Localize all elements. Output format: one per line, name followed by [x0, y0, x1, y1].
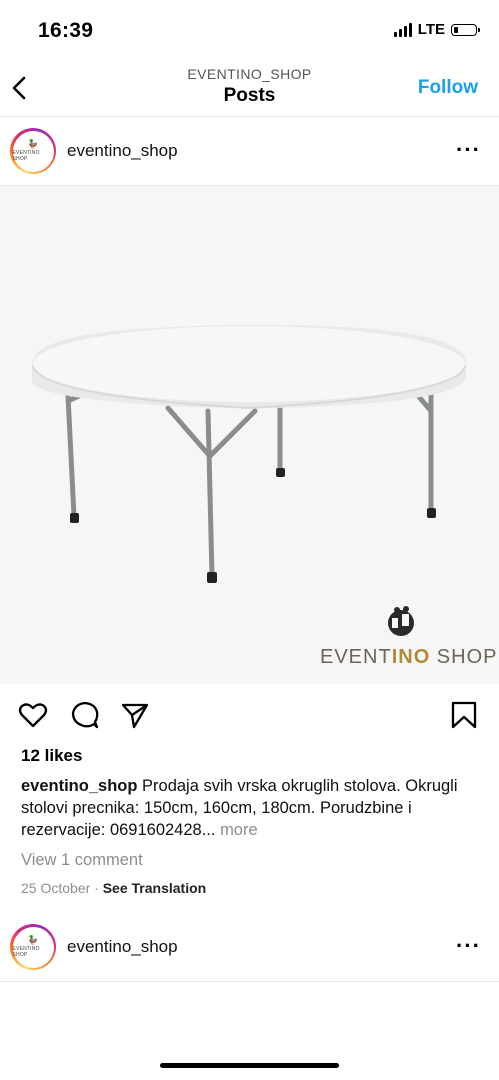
heart-icon: [18, 703, 48, 728]
comment-button[interactable]: [70, 700, 100, 730]
next-post-username[interactable]: eventino_shop: [67, 937, 178, 957]
status-indicators: LTE: [393, 21, 480, 38]
post-caption: eventino_shop Prodaja svih vrska okrugli…: [21, 775, 481, 841]
avatar[interactable]: 🦆 EVENTINO SHOP: [10, 128, 56, 174]
header-divider: [0, 116, 499, 117]
caption-username[interactable]: eventino_shop: [21, 777, 137, 795]
network-label: LTE: [417, 21, 445, 38]
view-comments-link[interactable]: View 1 comment: [21, 851, 143, 870]
brand-logo-icon: [383, 604, 419, 640]
post-username[interactable]: eventino_shop: [67, 141, 178, 161]
next-post-avatar[interactable]: 🦆 EVENTINO SHOP: [10, 924, 56, 970]
like-button[interactable]: [18, 700, 48, 730]
send-icon: [121, 703, 149, 729]
brand-logo-icon: 🦆: [27, 139, 39, 149]
battery-icon: [451, 23, 480, 36]
round-table-image: [31, 324, 467, 583]
status-time: 16:39: [38, 19, 94, 42]
meta-separator: ·: [94, 880, 99, 896]
image-brand-text: EVENTINO SHOP: [320, 646, 498, 668]
caption-more-link[interactable]: more: [220, 821, 258, 839]
bookmark-icon: [451, 701, 477, 729]
more-dots-icon[interactable]: ···: [456, 933, 481, 959]
share-button[interactable]: [120, 700, 150, 730]
brand-logo-icon: 🦆: [27, 935, 39, 945]
save-button[interactable]: [449, 700, 479, 730]
follow-button[interactable]: Follow: [418, 77, 478, 99]
next-post-divider: [0, 981, 499, 982]
post-date: 25 October: [21, 880, 91, 896]
post-meta: 25 October · See Translation: [21, 880, 206, 896]
avatar-label: EVENTINO SHOP: [12, 150, 40, 162]
comment-icon: [71, 701, 99, 729]
home-indicator[interactable]: [160, 1063, 339, 1068]
see-translation-link[interactable]: See Translation: [103, 880, 206, 896]
avatar-label: EVENTINO SHOP: [12, 946, 40, 958]
signal-icon: [393, 22, 412, 37]
likes-count[interactable]: 12 likes: [21, 746, 82, 766]
more-dots-icon[interactable]: ···: [456, 137, 481, 163]
post-image[interactable]: [0, 186, 499, 684]
